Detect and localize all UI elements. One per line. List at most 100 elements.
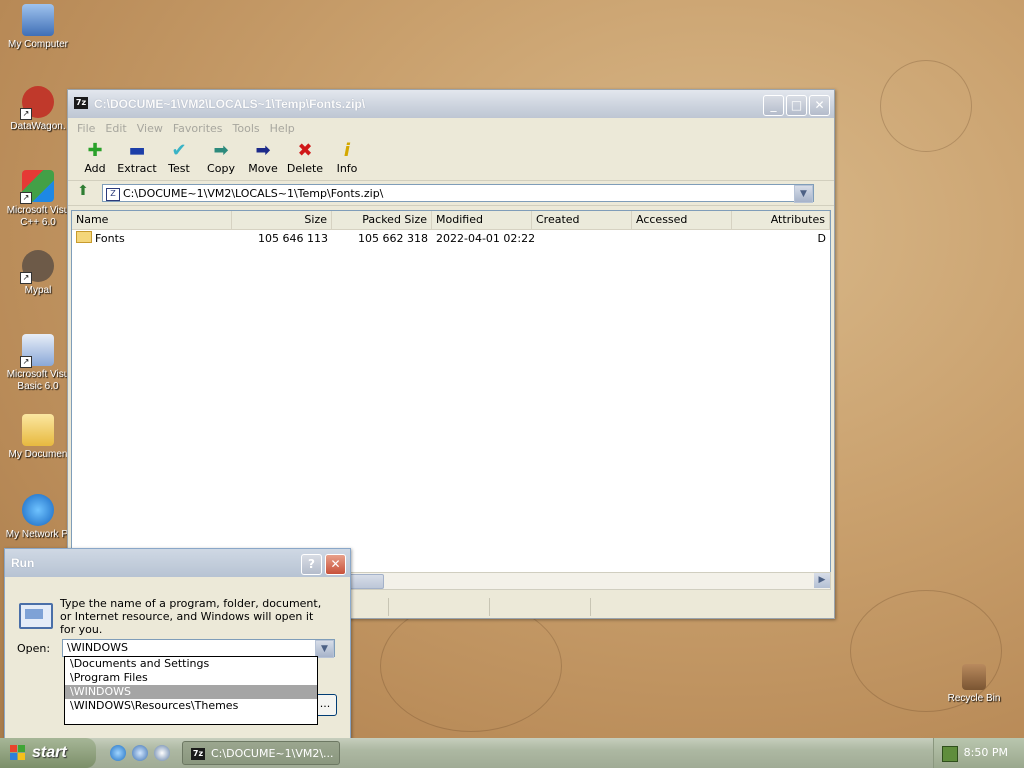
desktop-icon-recycle-bin[interactable]: Recycle Bin: [936, 664, 1012, 705]
move-button[interactable]: ➡ Move: [242, 138, 284, 180]
visual-cpp-icon: ↗: [20, 170, 54, 204]
windows-flag-icon: [10, 745, 26, 761]
internet-explorer-icon[interactable]: [110, 745, 126, 761]
column-created[interactable]: Created: [532, 211, 632, 229]
up-folder-button[interactable]: ⬆: [72, 183, 94, 203]
run-close-button[interactable]: ✕: [325, 554, 346, 575]
cell-name: Fonts: [95, 232, 125, 245]
autocomplete-item-selected[interactable]: \WINDOWS: [65, 685, 317, 699]
desktop-icon-label: Mypal: [24, 285, 52, 296]
menu-favorites[interactable]: Favorites: [168, 122, 228, 135]
cell-packed-size: 105 662 318: [358, 232, 428, 245]
cell-size: 105 646 113: [258, 232, 328, 245]
maximize-button[interactable]: □: [786, 95, 807, 116]
desktop-icon-mypal[interactable]: ↗ Mypal: [0, 250, 76, 297]
sevenzip-window[interactable]: 7z C:\DOCUME~1\VM2\LOCALS~1\Temp\Fonts.z…: [67, 89, 835, 619]
desktop-icon-datawagon[interactable]: ↗ DataWagon.: [0, 86, 76, 133]
autocomplete-item[interactable]: \Documents and Settings: [65, 657, 317, 671]
desktop-icon-label: Microsoft Visu Basic 6.0: [6, 369, 70, 392]
wallpaper-sketch: [880, 60, 972, 152]
window-titlebar[interactable]: 7z C:\DOCUME~1\VM2\LOCALS~1\Temp\Fonts.z…: [68, 90, 834, 118]
file-list[interactable]: Name Size Packed Size Modified Created A…: [71, 210, 831, 588]
address-field[interactable]: Z C:\DOCUME~1\VM2\LOCALS~1\Temp\Fonts.zi…: [102, 184, 814, 203]
zip-file-icon: Z: [106, 188, 120, 201]
start-button[interactable]: start: [0, 738, 96, 768]
desktop-icon-my-documents[interactable]: My Documen: [0, 414, 76, 461]
run-dialog[interactable]: Run ? ✕ Type the name of a program, fold…: [4, 548, 351, 740]
up-arrow-icon: ⬆: [77, 183, 89, 199]
toolbar: ✚ Add ▬ Extract ✔ Test ➡ Copy ➡ Move ✖ D…: [68, 138, 834, 181]
delete-button[interactable]: ✖ Delete: [284, 138, 326, 180]
cell-accessed: [632, 230, 732, 248]
desktop-icon-my-network[interactable]: My Network Pl: [0, 494, 76, 541]
open-combobox[interactable]: \WINDOWS ▼: [62, 639, 335, 658]
minimize-button[interactable]: _: [763, 95, 784, 116]
mypal-icon: ↗: [20, 250, 54, 284]
sevenzip-task-icon: 7z: [191, 748, 205, 760]
address-bar: ⬆ Z C:\DOCUME~1\VM2\LOCALS~1\Temp\Fonts.…: [68, 181, 834, 206]
move-icon: ➡: [255, 140, 271, 161]
autocomplete-dropdown[interactable]: \Documents and Settings \Program Files \…: [64, 656, 318, 725]
column-headers: Name Size Packed Size Modified Created A…: [72, 211, 830, 230]
menu-file[interactable]: File: [72, 122, 100, 135]
cell-modified: 2022-04-01 02:22: [436, 232, 536, 245]
column-modified[interactable]: Modified: [432, 211, 532, 229]
taskbar-task-7zip[interactable]: 7z C:\DOCUME~1\VM2\...: [182, 741, 340, 765]
table-row[interactable]: Fonts 105 646 113 105 662 318 2022-04-01…: [72, 230, 830, 248]
visual-basic-icon: ↗: [20, 334, 54, 368]
menu-tools[interactable]: Tools: [228, 122, 265, 135]
open-label: Open:: [17, 642, 51, 655]
column-attributes[interactable]: Attributes: [732, 211, 830, 229]
run-title: Run: [11, 556, 35, 570]
network-tray-icon[interactable]: [942, 746, 958, 762]
address-dropdown-button[interactable]: ▼: [794, 185, 813, 203]
copy-icon: ➡: [213, 140, 229, 161]
column-accessed[interactable]: Accessed: [632, 211, 732, 229]
desktop-icon-label: My Documen: [8, 449, 68, 460]
column-packed-size[interactable]: Packed Size: [332, 211, 432, 229]
add-button[interactable]: ✚ Add: [74, 138, 116, 180]
status-pane: [490, 598, 591, 616]
media-player-icon[interactable]: [154, 745, 170, 761]
outlook-express-icon[interactable]: [132, 745, 148, 761]
scroll-right-arrow-icon[interactable]: ▶: [814, 573, 830, 588]
extract-button[interactable]: ▬ Extract: [116, 138, 158, 180]
desktop-icon-label: Microsoft Visu C++ 6.0: [6, 205, 70, 228]
menu-help[interactable]: Help: [265, 122, 300, 135]
info-button[interactable]: i Info: [326, 138, 368, 180]
extract-icon: ▬: [128, 140, 146, 161]
status-pane: [389, 598, 490, 616]
menu-view[interactable]: View: [132, 122, 168, 135]
address-text: C:\DOCUME~1\VM2\LOCALS~1\Temp\Fonts.zip\: [123, 187, 384, 200]
sevenzip-app-icon: 7z: [74, 97, 88, 109]
open-value: \WINDOWS: [67, 641, 129, 654]
menu-edit[interactable]: Edit: [100, 122, 131, 135]
recycle-bin-icon: [962, 664, 986, 690]
desktop-icon-visual-cpp[interactable]: ↗ Microsoft Visu C++ 6.0: [0, 170, 76, 229]
menu-bar: File Edit View Favorites Tools Help: [68, 118, 834, 138]
test-icon: ✔: [171, 140, 187, 161]
test-button[interactable]: ✔ Test: [158, 138, 200, 180]
close-button[interactable]: ✕: [809, 95, 830, 116]
folder-icon: [76, 231, 92, 243]
autocomplete-item[interactable]: \Program Files: [65, 671, 317, 685]
column-name[interactable]: Name: [72, 211, 232, 229]
start-label: start: [32, 744, 67, 761]
cell-created: [532, 230, 632, 248]
help-button[interactable]: ?: [301, 554, 322, 575]
desktop-icon-my-computer[interactable]: My Computer: [0, 4, 76, 51]
copy-button[interactable]: ➡ Copy: [200, 138, 242, 180]
desktop-icon-label: My Computer: [7, 39, 68, 50]
run-titlebar[interactable]: Run ? ✕: [5, 549, 350, 577]
desktop-icon-label: My Network Pl: [5, 529, 71, 540]
desktop-icon-visual-basic[interactable]: ↗ Microsoft Visu Basic 6.0: [0, 334, 76, 393]
run-description: Type the name of a program, folder, docu…: [60, 597, 322, 636]
autocomplete-item[interactable]: \WINDOWS\Resources\Themes: [65, 699, 317, 713]
clock[interactable]: 8:50 PM: [964, 746, 1008, 759]
desktop-icon-label: DataWagon.: [10, 121, 66, 132]
documents-folder-icon: [22, 414, 54, 446]
taskbar: start 7z C:\DOCUME~1\VM2\... 8:50 PM: [0, 738, 1024, 768]
column-size[interactable]: Size: [232, 211, 332, 229]
cell-attributes: D: [817, 232, 826, 245]
run-icon: [19, 603, 53, 629]
